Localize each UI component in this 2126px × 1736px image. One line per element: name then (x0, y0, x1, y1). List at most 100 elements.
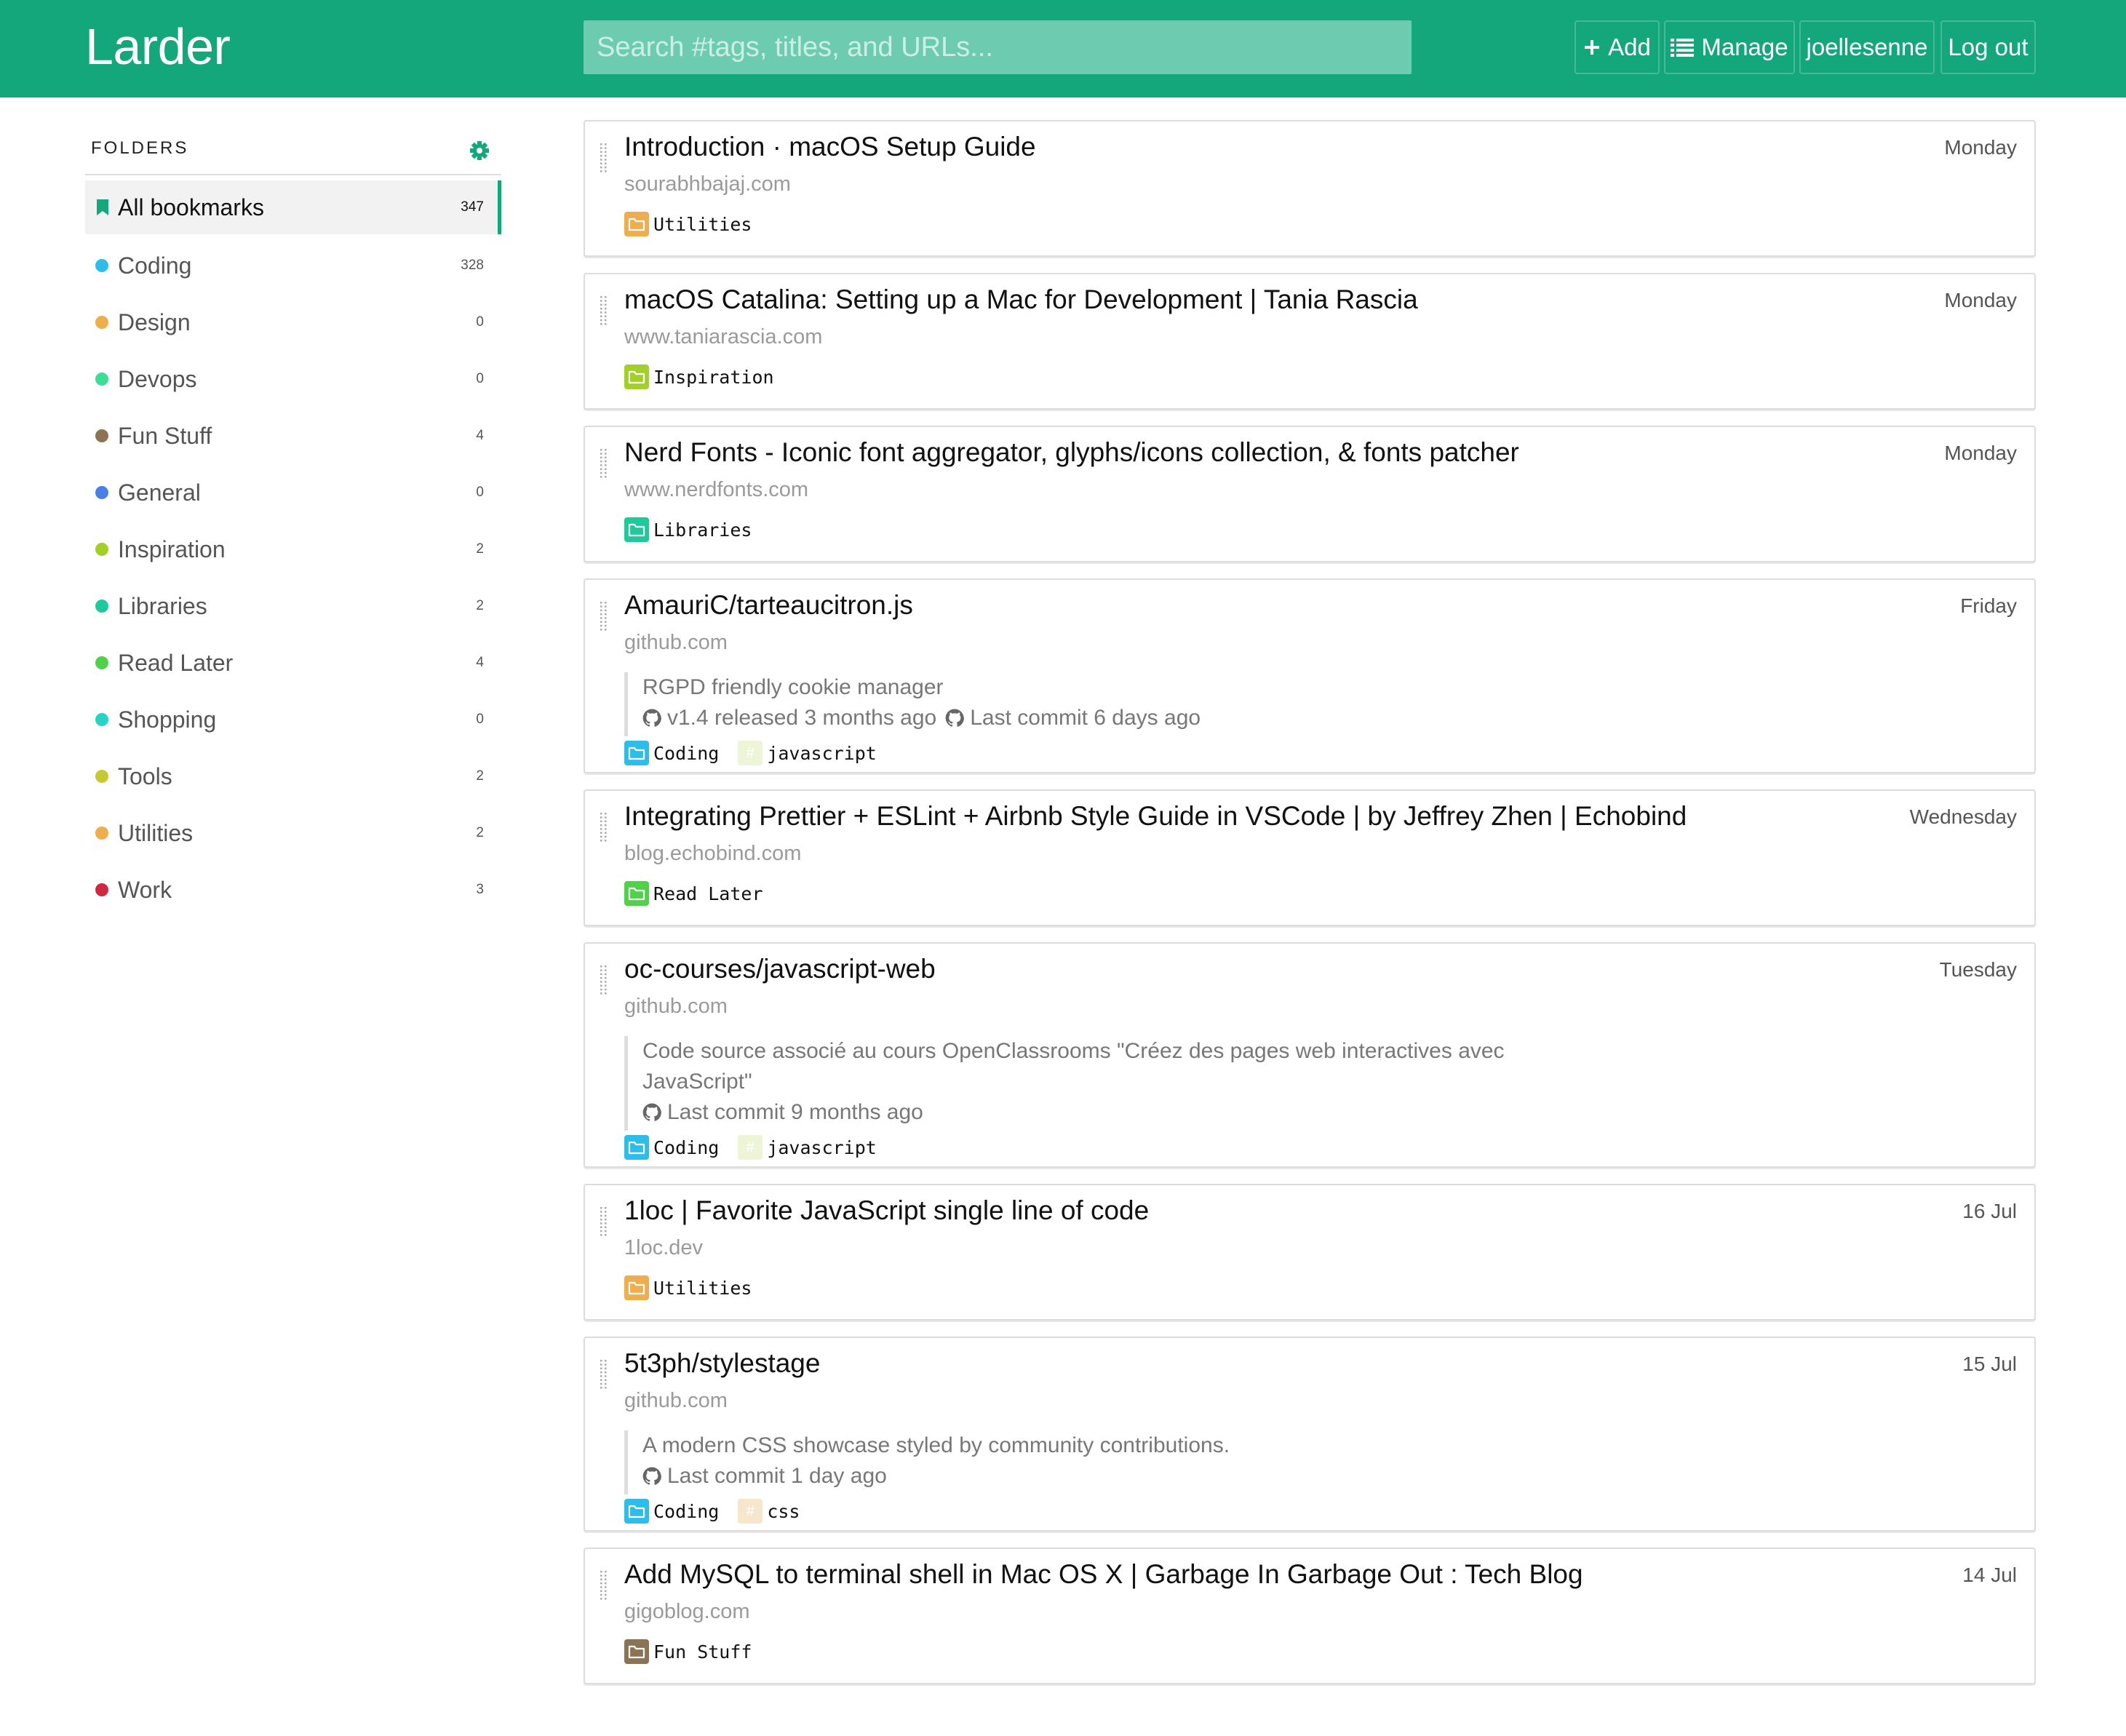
folder-tag-coding[interactable]: Coding (624, 741, 719, 765)
folder-icon (624, 517, 649, 542)
bookmark-title-link[interactable]: Nerd Fonts - Iconic font aggregator, gly… (624, 437, 1519, 468)
drag-handle-icon[interactable] (600, 449, 608, 479)
folder-tag-coding[interactable]: Coding (624, 1499, 719, 1524)
bookmark-domain: www.nerdfonts.com (624, 478, 809, 501)
sidebar-item-shopping[interactable]: Shopping 0 (85, 691, 501, 748)
github-icon (945, 706, 965, 736)
folder-color-dot (95, 543, 108, 556)
description-line: A modern CSS showcase styled by communit… (642, 1433, 1230, 1457)
bookmark-tags: Inspiration (624, 365, 793, 389)
sidebar-item-label: Read Later (118, 649, 234, 676)
sidebar-item-label: Design (118, 308, 191, 335)
folder-tag-coding[interactable]: Coding (624, 1135, 719, 1160)
sidebar-item-label: Tools (118, 763, 172, 789)
bookmark-domain: github.com (624, 1389, 728, 1412)
bookmark-title-link[interactable]: AmauriC/tarteaucitron.js (624, 590, 913, 621)
folder-color-dot (95, 656, 108, 669)
tag-label: Inspiration (653, 366, 774, 388)
github-meta: Last commit 1 day ago (642, 1461, 1230, 1494)
sidebar-item-fun-stuff[interactable]: Fun Stuff 4 (85, 407, 501, 464)
drag-handle-icon[interactable] (600, 1207, 608, 1238)
sidebar-item-label: Work (118, 876, 172, 903)
search-input[interactable] (584, 20, 1412, 74)
bookmark-tags: Utilities (624, 1275, 771, 1300)
sidebar-item-count: 0 (476, 485, 484, 500)
sidebar-item-devops[interactable]: Devops 0 (85, 351, 501, 407)
sidebar-item-work[interactable]: Work 3 (85, 861, 501, 918)
folder-tag-utilities[interactable]: Utilities (624, 212, 752, 236)
drag-handle-icon[interactable] (600, 296, 608, 327)
add-button[interactable]: Add (1574, 20, 1660, 74)
tag-label: Utilities (653, 213, 752, 235)
drag-handle-icon[interactable] (600, 1571, 608, 1601)
folder-tag-libraries[interactable]: Libraries (624, 517, 752, 542)
sidebar-item-utilities[interactable]: Utilities 2 (85, 805, 501, 861)
user-menu-button[interactable]: joellesenne (1799, 20, 1935, 74)
hashtag-css[interactable]: # css (738, 1499, 800, 1524)
bookmark-title-link[interactable]: oc-courses/javascript-web (624, 954, 936, 984)
sidebar-item-count: 4 (476, 655, 484, 670)
drag-handle-icon[interactable] (600, 143, 608, 174)
hashtag-javascript[interactable]: # javascript (738, 741, 877, 765)
folder-icon (624, 1135, 649, 1160)
bookmark-card: Introduction · macOS Setup Guide sourabhb… (584, 120, 2036, 257)
bookmark-title-link[interactable]: 1loc | Favorite JavaScript single line o… (624, 1195, 1149, 1226)
github-icon (642, 1464, 661, 1494)
gear-icon[interactable] (469, 140, 490, 162)
bookmark-tags: Coding # css (624, 1499, 819, 1524)
folder-tag-read-later[interactable]: Read Later (624, 881, 763, 906)
drag-handle-icon[interactable] (600, 813, 608, 843)
hash-icon: # (738, 1135, 763, 1160)
sidebar-item-count: 4 (476, 428, 484, 443)
hashtag-javascript[interactable]: # javascript (738, 1135, 877, 1160)
sidebar-item-read-later[interactable]: Read Later 4 (85, 634, 501, 691)
drag-handle-icon[interactable] (600, 602, 608, 632)
folder-color-dot (95, 429, 108, 442)
sidebar-item-libraries[interactable]: Libraries 2 (85, 578, 501, 634)
bookmark-title-link[interactable]: 5t3ph/stylestage (624, 1348, 820, 1379)
bookmark-title-link[interactable]: macOS Catalina: Setting up a Mac for Dev… (624, 284, 1418, 315)
sidebar-item-label: Fun Stuff (118, 422, 212, 449)
hash-icon: # (738, 1499, 763, 1524)
folder-icon (624, 1639, 649, 1664)
bookmark-domain: blog.echobind.com (624, 842, 802, 865)
sidebar-item-all-bookmarks[interactable]: All bookmarks 347 (85, 180, 501, 234)
sidebar-item-count: 0 (476, 314, 484, 330)
app-logo[interactable]: Larder (85, 17, 231, 76)
sidebar-item-coding[interactable]: Coding 328 (85, 237, 501, 294)
bookmark-card: Add MySQL to terminal shell in Mac OS X … (584, 1548, 2036, 1684)
sidebar-item-label: General (118, 479, 201, 506)
sidebar-item-inspiration[interactable]: Inspiration 2 (85, 521, 501, 578)
tag-label: css (767, 1500, 800, 1522)
bookmark-title-link[interactable]: Add MySQL to terminal shell in Mac OS X … (624, 1559, 1583, 1590)
manage-button[interactable]: Manage (1664, 20, 1795, 74)
github-meta: Last commit 9 months ago (642, 1097, 1505, 1131)
bookmark-title-link[interactable]: Introduction · macOS Setup Guide (624, 132, 1036, 162)
sidebar-item-label: Devops (118, 365, 197, 392)
folder-tag-fun-stuff[interactable]: Fun Stuff (624, 1639, 752, 1664)
sidebar-item-design[interactable]: Design 0 (85, 294, 501, 351)
github-meta-text: v1.4 released 3 months ago (667, 706, 937, 730)
sidebar-item-count: 2 (476, 541, 484, 557)
bookmark-date: Monday (1944, 289, 2017, 311)
sidebar-item-label: Shopping (118, 706, 217, 733)
github-meta-text: Last commit 1 day ago (667, 1464, 887, 1488)
sidebar-item-tools[interactable]: Tools 2 (85, 748, 501, 805)
sidebar-item-general[interactable]: General 0 (85, 464, 501, 521)
bookmark-tags: Fun Stuff (624, 1639, 771, 1664)
manage-label: Manage (1701, 33, 1788, 60)
folder-tag-inspiration[interactable]: Inspiration (624, 365, 774, 389)
bookmark-domain: www.taniarascia.com (624, 325, 823, 349)
bookmark-description: RGPD friendly cookie manager v1.4 release… (624, 672, 1201, 736)
folder-color-dot (95, 770, 108, 783)
github-icon (642, 706, 661, 736)
bookmark-card: oc-courses/javascript-web github.com Tuesd… (584, 942, 2036, 1168)
logout-button[interactable]: Log out (1940, 20, 2036, 74)
folder-tag-utilities[interactable]: Utilities (624, 1275, 752, 1300)
drag-handle-icon[interactable] (600, 1360, 608, 1390)
drag-handle-icon[interactable] (600, 965, 608, 996)
sidebar-item-count: 328 (461, 258, 484, 273)
bookmark-title-link[interactable]: Integrating Prettier + ESLint + Airbnb S… (624, 801, 1687, 832)
folder-color-dot (95, 713, 108, 726)
tag-label: Read Later (653, 883, 763, 904)
